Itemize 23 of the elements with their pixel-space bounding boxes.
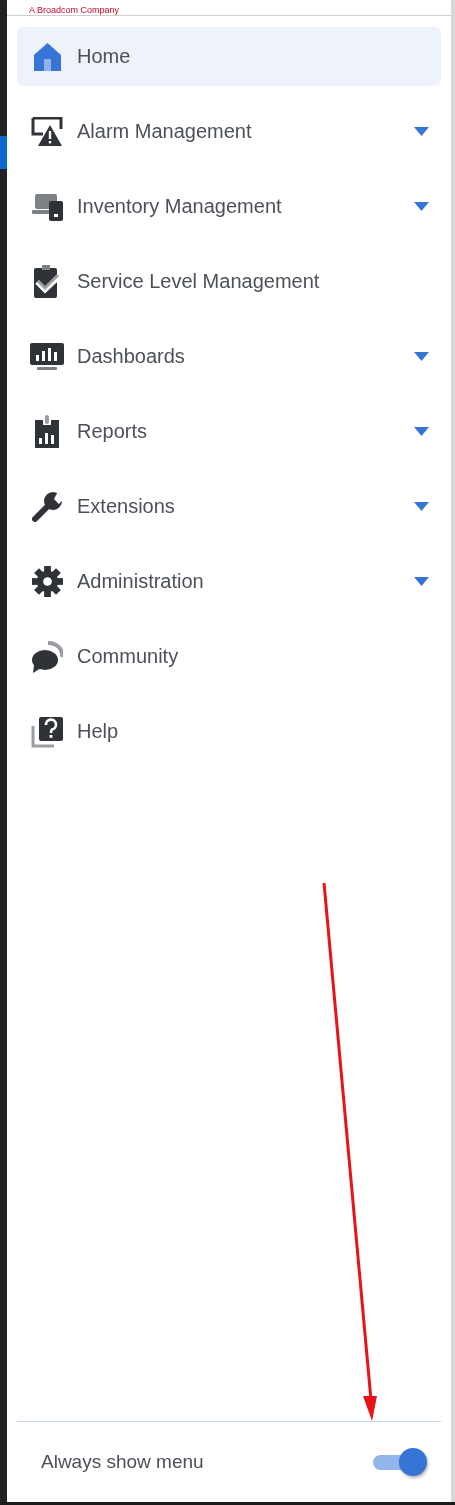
settings-icon	[31, 565, 63, 598]
chat-bubbles-icon	[31, 640, 63, 673]
home-icon	[32, 42, 62, 71]
monitor-warning-icon	[31, 116, 63, 147]
report-chart-icon	[34, 414, 60, 449]
toggle-switch[interactable]	[373, 1447, 429, 1477]
menu-item[interactable]: Reports	[17, 402, 441, 461]
wrench-icon	[31, 491, 63, 522]
menu-item[interactable]: Extensions	[17, 477, 441, 536]
menu-item[interactable]: Help	[17, 702, 441, 761]
laptop-phone-icon	[31, 192, 63, 221]
menu-item[interactable]: Community	[17, 627, 441, 686]
menu-item[interactable]: Alarm Management	[17, 102, 441, 161]
menu-item[interactable]: Administration	[17, 552, 441, 611]
menu-item[interactable]: Home	[17, 27, 441, 86]
toggle-label: Always show menu	[41, 1451, 205, 1473]
brand-tagline: A Broadcom Company	[29, 5, 120, 15]
menu-item[interactable]: Inventory Management	[17, 177, 441, 236]
clipboard-check-icon	[32, 264, 62, 299]
bar-chart-monitor-icon	[30, 343, 64, 370]
menu-item[interactable]: Dashboards	[17, 327, 441, 386]
help-icon	[31, 715, 63, 748]
menu-item[interactable]: Service Level Management	[17, 252, 441, 311]
